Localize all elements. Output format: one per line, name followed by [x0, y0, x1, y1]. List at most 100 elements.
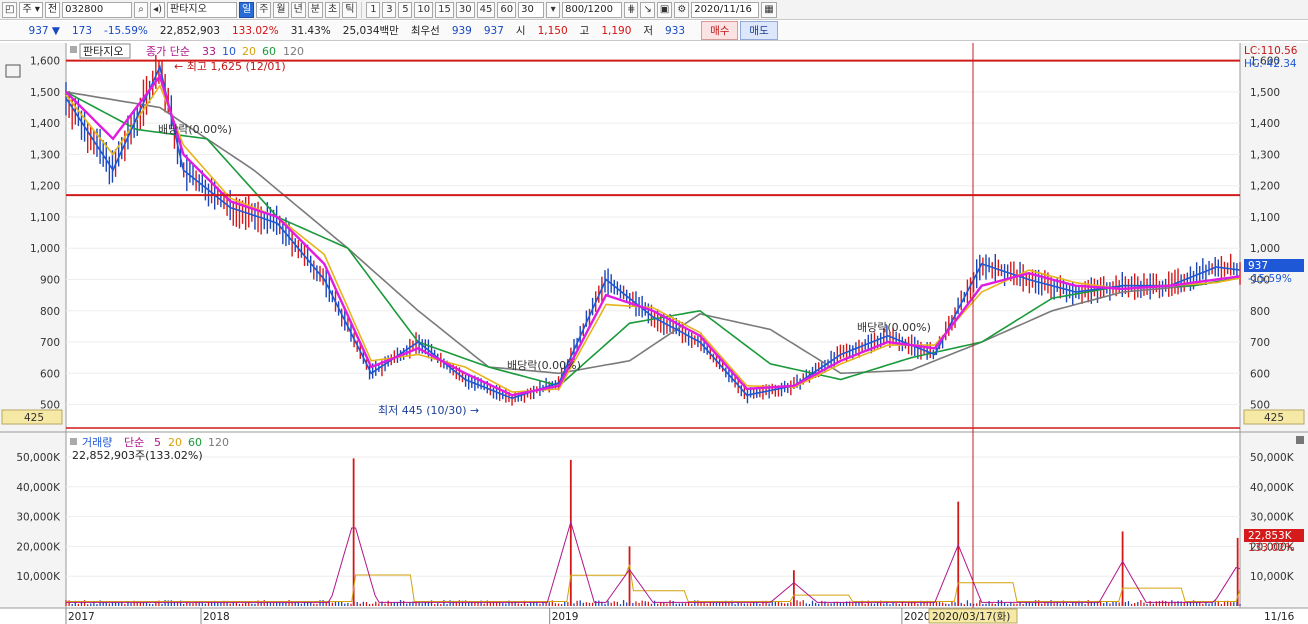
best-quote-label: 최우선 — [410, 25, 440, 37]
volume-left-tick-label: 30,000K — [16, 512, 61, 524]
price-left-tick-label: 900 — [40, 274, 60, 286]
low-price: 933 — [665, 24, 686, 37]
crosshair-date-value: 2020/03/17(화) — [932, 611, 1010, 623]
price-right-tick-label: 1,000 — [1250, 243, 1280, 255]
vol-ma-120-label: 120 — [208, 436, 229, 449]
interval-3-button[interactable]: 3 — [382, 1, 397, 18]
volume-value: 22,852,903 — [159, 24, 220, 37]
volume-left-tick-label: 40,000K — [16, 482, 61, 494]
volume-left-tick-label: 20,000K — [16, 541, 61, 553]
open-price: 1,150 — [537, 24, 568, 37]
price-right-tick-label: 800 — [1250, 306, 1270, 318]
stock-name-value: 판타지오 — [169, 3, 207, 15]
price-left-tick-label: 1,400 — [30, 118, 60, 130]
period-type-select[interactable]: 전 — [44, 1, 61, 18]
vol-ma-60-label: 60 — [188, 436, 202, 449]
search-icon[interactable]: ⌕ — [134, 1, 149, 18]
price-right-tick-label: 1,100 — [1250, 212, 1280, 224]
period-month-button[interactable]: 월 — [273, 1, 289, 18]
period-year-button[interactable]: 년 — [290, 1, 306, 18]
left-bottom-tag-value: 425 — [24, 412, 44, 424]
trade-amount: 25,034백만 — [342, 25, 399, 37]
dropdown-arrow-icon[interactable]: ▾ — [546, 1, 561, 18]
data-count-input[interactable]: 800/1200 — [562, 1, 623, 18]
market-select[interactable]: 주 ▾ — [19, 1, 43, 18]
ask-price: 939 — [451, 24, 472, 37]
price-left-tick-label: 1,500 — [30, 87, 60, 99]
toolbar-divider — [361, 1, 363, 18]
interval-5-button[interactable]: 5 — [398, 1, 413, 18]
ma-20-label: 20 — [242, 45, 256, 58]
stock-name-field: 판타지오 — [166, 1, 237, 18]
market-select-value: 주 — [22, 3, 32, 15]
price-legend-tag: 판타지오 — [83, 45, 123, 58]
price-left-tick-label: 1,300 — [30, 149, 60, 161]
ma-33-label: 33 — [202, 45, 216, 58]
period-tick-button[interactable]: 틱 — [342, 1, 358, 18]
volume-left-tick-label: 50,000K — [16, 452, 61, 464]
price-left-tick-label: 700 — [40, 337, 60, 349]
interval-30-button[interactable]: 30 — [455, 1, 475, 18]
price-right-tick-label: 600 — [1250, 368, 1270, 380]
ma-60-label: 60 — [262, 45, 276, 58]
interval-count-input[interactable]: 30 — [518, 1, 545, 18]
period-minute-button[interactable]: 분 — [307, 1, 323, 18]
interval-15-button[interactable]: 15 — [435, 1, 454, 18]
draw-tool-icon[interactable]: ↘ — [640, 1, 655, 18]
price-left-tick-label: 1,200 — [30, 181, 60, 193]
high-annotation: ← 최고 1,625 (12/01) — [174, 60, 286, 73]
save-icon[interactable]: ▣ — [656, 1, 673, 18]
volume-ma-title: 단순 — [124, 436, 144, 449]
interval-10-button[interactable]: 10 — [414, 1, 434, 18]
speaker-icon[interactable]: ◂) — [150, 1, 165, 18]
date-axis-label: 2019 — [552, 611, 579, 623]
period-week-button[interactable]: 주 — [256, 1, 272, 18]
stock-code-value: 032800 — [65, 3, 104, 15]
vol-ma-5-label: 5 — [154, 436, 161, 449]
window-menu-icon[interactable]: ◰ — [2, 1, 18, 18]
price-left-tick-label: 1,600 — [30, 56, 60, 68]
stock-code-input[interactable]: 032800 — [62, 1, 133, 18]
data-count-value: 800 — [565, 3, 585, 15]
price-right-tick-label: 1,200 — [1250, 181, 1280, 193]
current-price-tag-value: 937 — [1248, 260, 1268, 272]
stock-chart[interactable]: 500 500600 600700 700800 800900 9001,000 1,000… — [0, 43, 1308, 624]
dividend-annotation-2: 배당락(0.00%) — [507, 359, 581, 372]
buy-button[interactable]: 매수 — [701, 21, 739, 40]
legend-toggle-icon[interactable] — [70, 46, 77, 53]
date-input[interactable]: 2020/11/16 — [691, 1, 760, 18]
interval-60-button[interactable]: 60 — [497, 1, 517, 18]
lc-label: LC:110.56 — [1244, 45, 1298, 57]
calendar-icon[interactable]: ▦ — [761, 1, 777, 18]
date-value: 2020/11/16 — [694, 3, 752, 15]
volume-current-tag-value: 22,853K — [1248, 530, 1293, 542]
interval-1-button[interactable]: 1 — [366, 1, 381, 18]
volume-legend-toggle-icon[interactable] — [70, 438, 77, 445]
bid-price: 937 — [483, 24, 504, 37]
price-left-tick-label: 1,000 — [30, 243, 60, 255]
sell-button[interactable]: 매도 — [740, 21, 778, 40]
high-label: 고 — [579, 25, 590, 37]
price-change-pct: -15.59% — [104, 24, 148, 37]
hc-label: HC:-42.34 — [1244, 58, 1297, 70]
price-left-tick-label: 600 — [40, 368, 60, 380]
period-day-button[interactable]: 일 — [238, 1, 255, 18]
volume-right-tick-label: 40,000K — [1250, 482, 1295, 494]
interval-45-button[interactable]: 45 — [476, 1, 496, 18]
candle-style-icon[interactable]: ⋕ — [624, 1, 639, 18]
volume-pane-close-icon[interactable] — [1296, 436, 1304, 444]
high-annotation-text: 최고 1,625 (12/01) — [187, 60, 286, 73]
price-right-tick-label: 1,400 — [1250, 118, 1280, 130]
chart-toolbar: ◰ 주 ▾ 전 032800 ⌕ ◂) 판타지오 일 주 월 년 분 초 틱 1… — [0, 0, 1308, 20]
vol-ma-20-label: 20 — [168, 436, 182, 449]
period-second-button[interactable]: 초 — [325, 1, 341, 18]
ma-10-label: 10 — [222, 45, 236, 58]
current-price-value: 937 — [28, 24, 49, 37]
settings-gear-icon[interactable]: ⚙ — [674, 1, 690, 18]
volume-current-tag-pct: 133.02% — [1248, 542, 1295, 554]
price-right-tick-label: 700 — [1250, 337, 1270, 349]
date-axis-label: 2017 — [68, 611, 95, 623]
price-change: 173 — [72, 24, 93, 37]
turnover-rate: 31.43% — [290, 24, 331, 37]
current-price: 937 ▼ — [28, 24, 60, 37]
